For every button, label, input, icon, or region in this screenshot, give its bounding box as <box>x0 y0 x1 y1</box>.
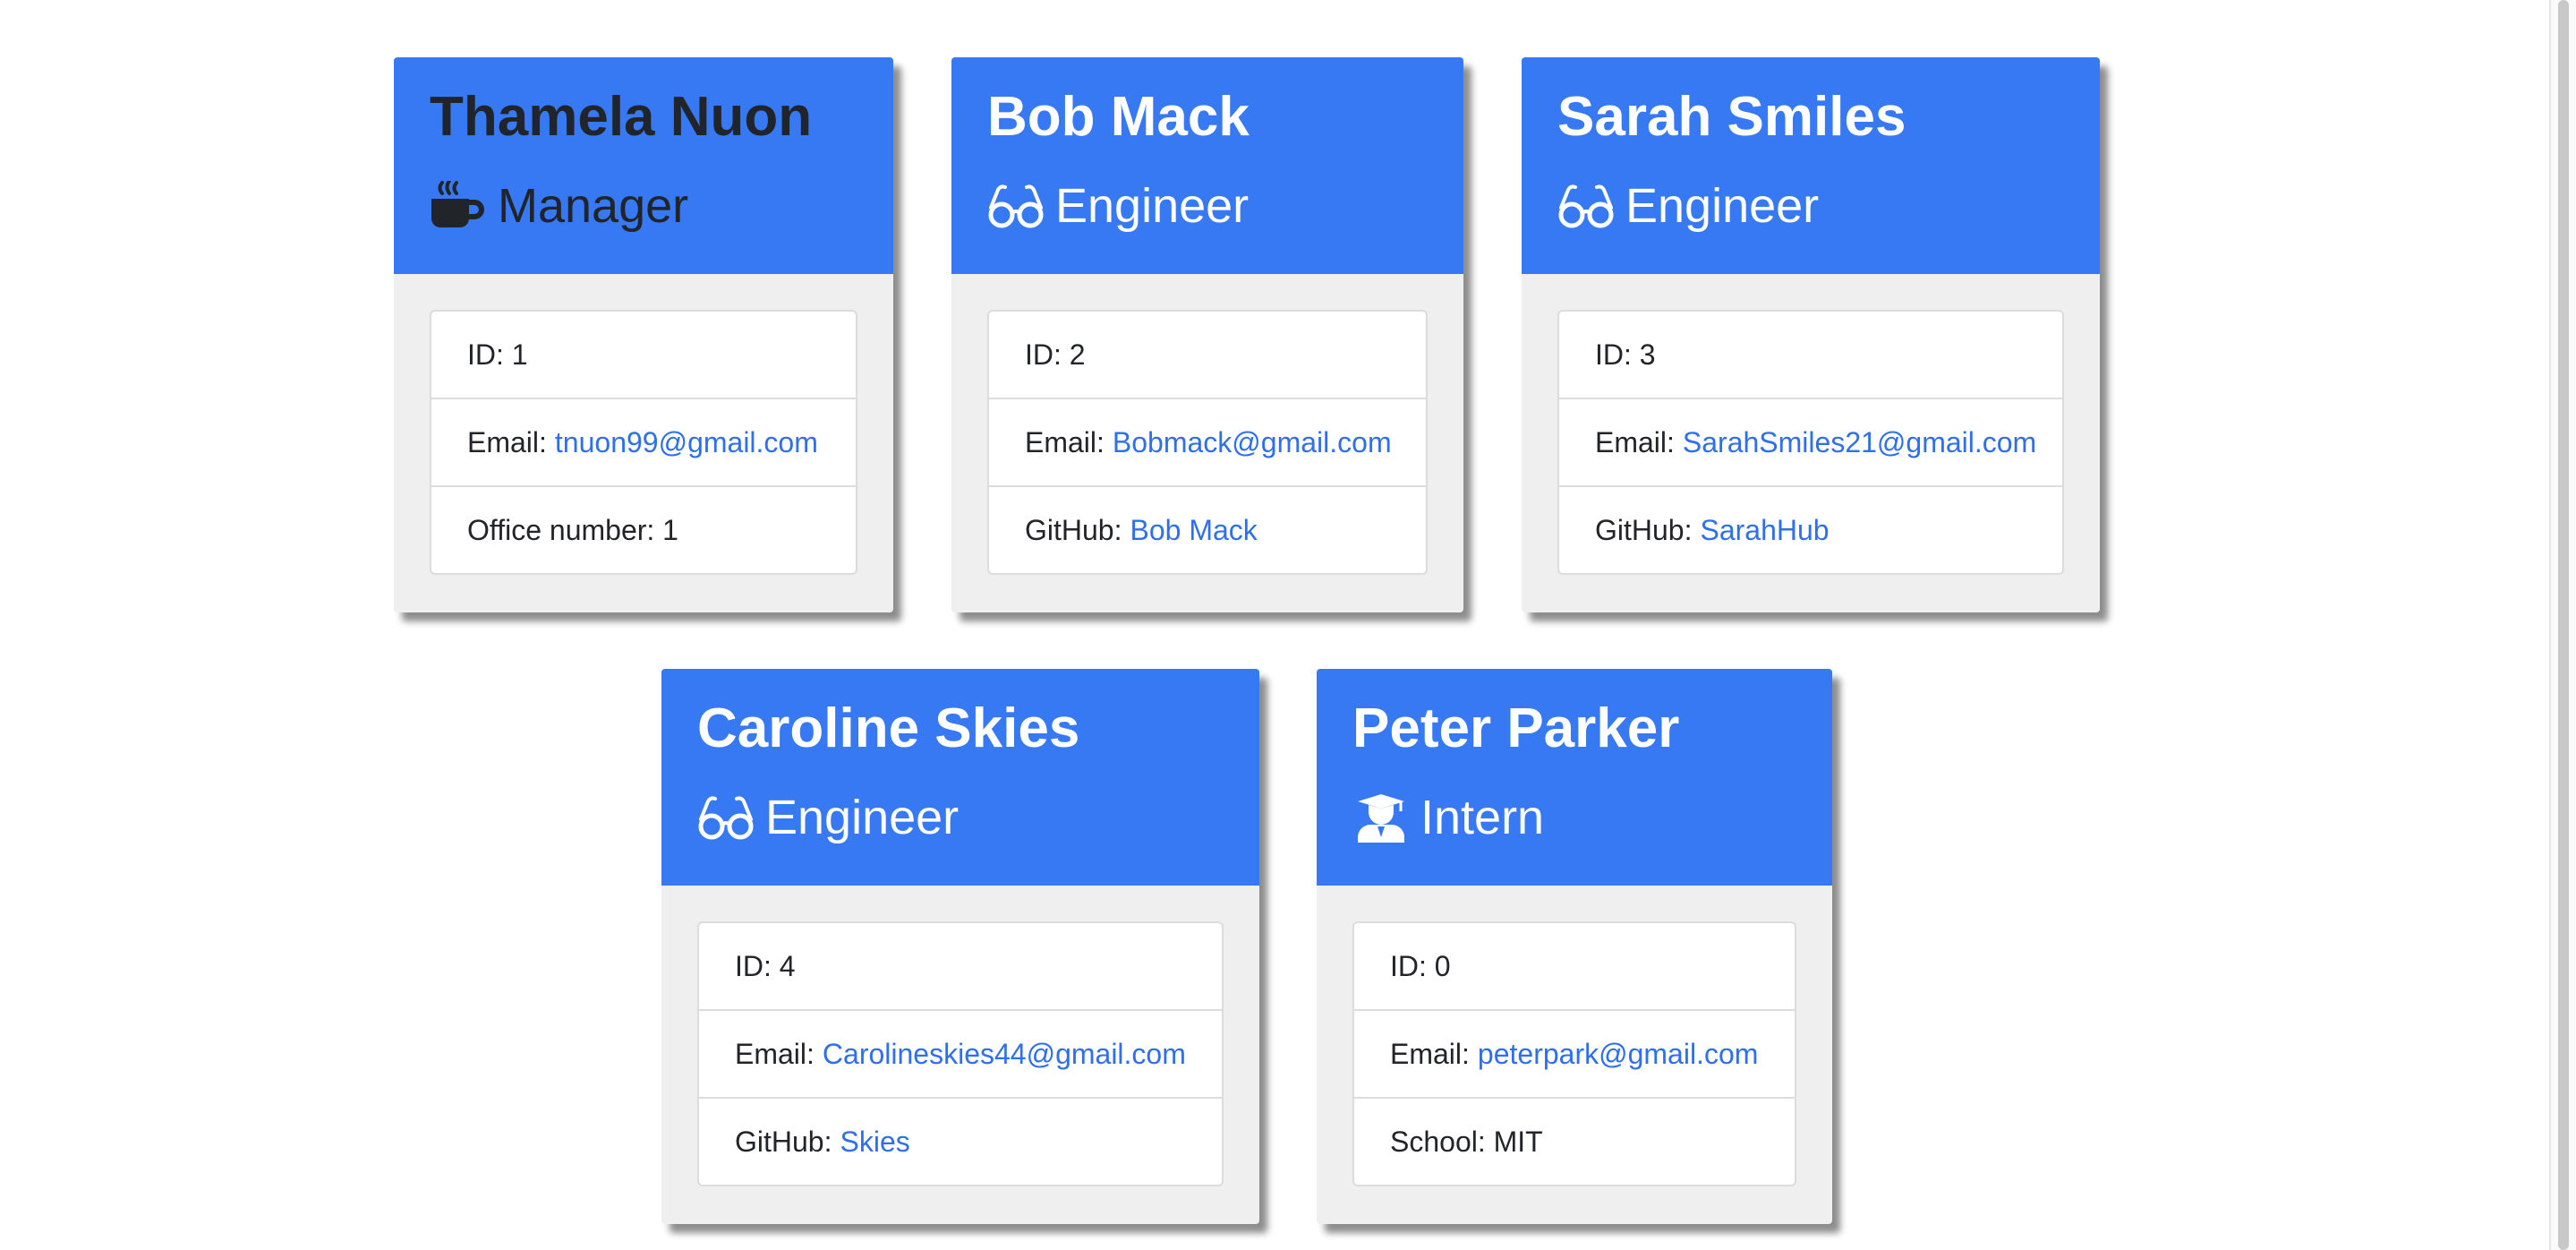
email-label: Email: <box>1595 425 1675 458</box>
email-item: Email: tnuon99@gmail.com <box>431 398 856 485</box>
coffee-icon <box>430 181 487 231</box>
school-item: School: MIT <box>1354 1097 1795 1185</box>
id-item: ID: 2 <box>989 312 1426 398</box>
role-label: Engineer <box>1625 179 1820 233</box>
employee-name: Peter Parker <box>1352 698 1680 759</box>
team-page: Thamela Nuon Manager ID: 1 Email: tnuon9… <box>0 0 2576 1250</box>
card-header: Peter Parker Intern <box>1317 669 1832 886</box>
email-link[interactable]: tnuon99@gmail.com <box>555 426 818 459</box>
employee-card: Thamela Nuon Manager ID: 1 Email: tnuon9… <box>394 57 893 612</box>
email-link[interactable]: Carolineskies44@gmail.com <box>823 1038 1186 1071</box>
email-link[interactable]: Bobmack@gmail.com <box>1113 426 1392 459</box>
email-label: Email: <box>467 425 547 458</box>
info-list: ID: 0 Email: peterpark@gmail.com School:… <box>1352 921 1796 1186</box>
scrollbar-thumb[interactable] <box>2558 0 2569 1250</box>
github-label: GitHub: <box>735 1125 832 1158</box>
email-link[interactable]: peterpark@gmail.com <box>1478 1038 1758 1071</box>
id-item: ID: 4 <box>699 923 1222 1009</box>
id-item: ID: 0 <box>1354 923 1795 1009</box>
github-item: GitHub: SarahHub <box>1559 485 2062 573</box>
employee-name: Thamela Nuon <box>430 86 813 148</box>
github-label: GitHub: <box>1595 513 1693 546</box>
email-item: Email: Bobmack@gmail.com <box>989 398 1426 485</box>
glasses-icon <box>697 792 755 843</box>
info-list: ID: 1 Email: tnuon99@gmail.com Office nu… <box>430 310 857 575</box>
employee-role: Engineer <box>1557 181 2064 231</box>
id-text: ID: 0 <box>1390 949 1451 982</box>
card-body: ID: 1 Email: tnuon99@gmail.com Office nu… <box>394 274 893 611</box>
employee-role: Engineer <box>987 181 1428 231</box>
card-body: ID: 3 Email: SarahSmiles21@gmail.com Git… <box>1522 274 2100 611</box>
email-item: Email: Carolineskies44@gmail.com <box>699 1009 1222 1097</box>
employee-role: Manager <box>430 181 857 231</box>
office-number-item: Office number: 1 <box>431 485 856 573</box>
employee-name: Bob Mack <box>987 86 1250 148</box>
card-header: Caroline Skies Engineer <box>661 669 1259 886</box>
id-item: ID: 3 <box>1559 312 2062 398</box>
employee-card: Peter Parker Intern ID: 0 Email: peterpa… <box>1317 669 1832 1224</box>
id-text: ID: 4 <box>735 949 796 982</box>
card-header: Thamela Nuon Manager <box>394 57 893 274</box>
github-link[interactable]: SarahHub <box>1700 514 1829 547</box>
graduate-icon <box>1352 792 1410 843</box>
email-label: Email: <box>1025 425 1105 458</box>
github-item: GitHub: Bob Mack <box>989 485 1426 573</box>
role-label: Engineer <box>765 791 960 844</box>
info-list: ID: 4 Email: Carolineskies44@gmail.com G… <box>697 921 1224 1186</box>
info-list: ID: 3 Email: SarahSmiles21@gmail.com Git… <box>1557 310 2064 575</box>
role-label: Engineer <box>1055 179 1250 233</box>
email-item: Email: peterpark@gmail.com <box>1354 1009 1795 1097</box>
email-link[interactable]: SarahSmiles21@gmail.com <box>1683 426 2036 459</box>
employee-card: Sarah Smiles Engineer ID: 3 Email: Sarah… <box>1522 57 2100 612</box>
email-label: Email: <box>735 1037 815 1070</box>
github-link[interactable]: Bob Mack <box>1130 514 1257 547</box>
id-text: ID: 2 <box>1025 338 1086 371</box>
card-body: ID: 4 Email: Carolineskies44@gmail.com G… <box>661 886 1259 1222</box>
employee-name: Sarah Smiles <box>1557 86 1906 148</box>
id-text: ID: 1 <box>467 338 528 371</box>
employee-role: Intern <box>1352 792 1796 843</box>
card-body: ID: 2 Email: Bobmack@gmail.com GitHub: B… <box>951 274 1463 611</box>
office-number-text: Office number: 1 <box>467 513 678 546</box>
employee-name: Caroline Skies <box>697 698 1080 759</box>
employee-card: Bob Mack Engineer ID: 2 Email: Bobmack@g… <box>951 57 1463 612</box>
github-item: GitHub: Skies <box>699 1097 1222 1185</box>
email-item: Email: SarahSmiles21@gmail.com <box>1559 398 2062 485</box>
role-label: Intern <box>1420 791 1545 844</box>
id-text: ID: 3 <box>1595 338 1656 371</box>
id-item: ID: 1 <box>431 312 856 398</box>
github-label: GitHub: <box>1025 513 1122 546</box>
school-text: School: MIT <box>1390 1125 1543 1158</box>
email-label: Email: <box>1390 1037 1470 1070</box>
card-header: Bob Mack Engineer <box>951 57 1463 274</box>
glasses-icon <box>1557 181 1615 231</box>
employee-card: Caroline Skies Engineer ID: 4 Email: Car… <box>661 669 1259 1224</box>
card-header: Sarah Smiles Engineer <box>1522 57 2100 274</box>
glasses-icon <box>987 181 1045 231</box>
role-label: Manager <box>498 179 689 233</box>
info-list: ID: 2 Email: Bobmack@gmail.com GitHub: B… <box>987 310 1428 575</box>
employee-role: Engineer <box>697 792 1224 843</box>
vertical-scrollbar[interactable] <box>2549 0 2576 1250</box>
github-link[interactable]: Skies <box>840 1126 909 1159</box>
card-body: ID: 0 Email: peterpark@gmail.com School:… <box>1317 886 1832 1222</box>
